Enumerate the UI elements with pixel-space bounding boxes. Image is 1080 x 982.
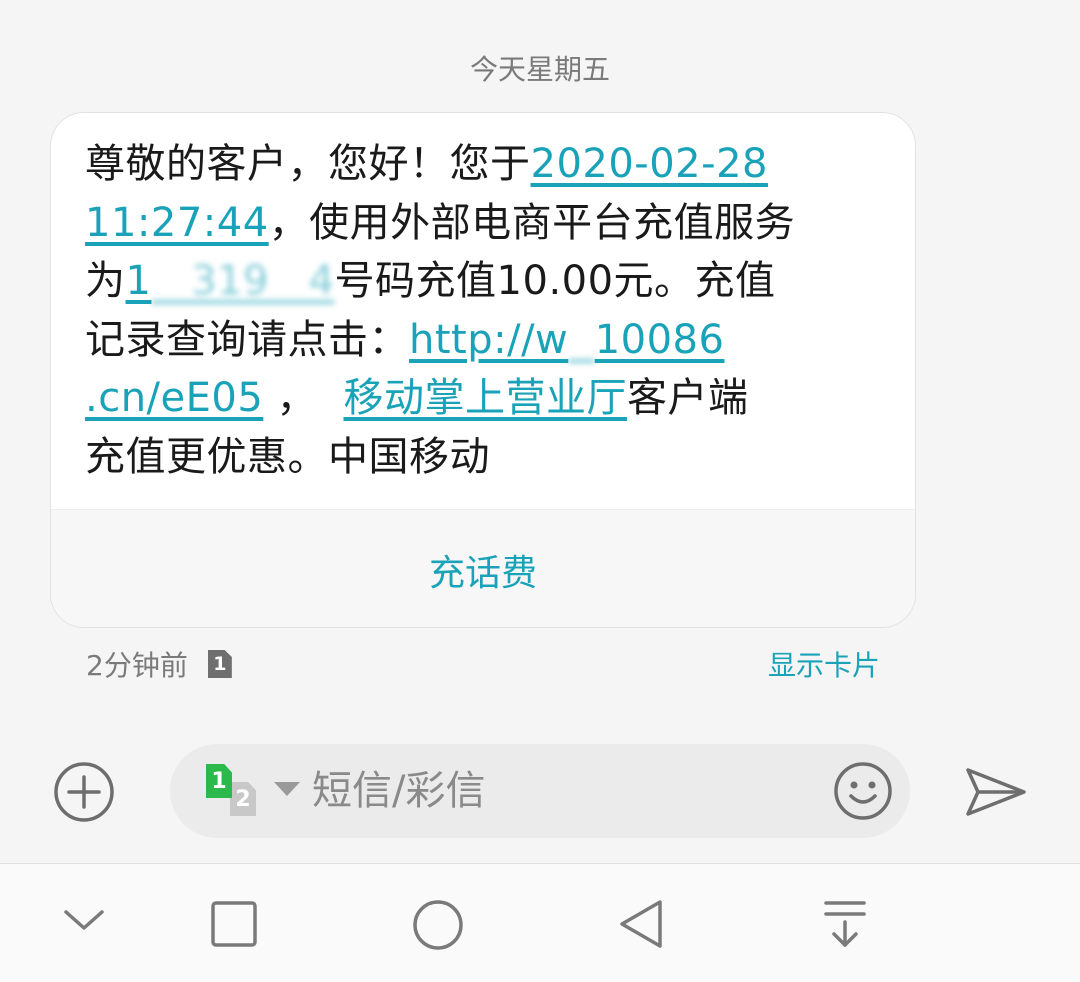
message-segment: 尊敬的客户，您好！您于: [85, 141, 531, 187]
message-segment: ，使用外部电商平台充值服务: [268, 199, 796, 246]
message-text: 尊敬的客户，您好！您于2020-02-28 11:27:44，使用外部电商平台充值…: [85, 135, 885, 486]
chevron-down-icon[interactable]: [62, 906, 106, 936]
chevron-down-icon[interactable]: [274, 782, 300, 796]
circle-icon[interactable]: [412, 899, 464, 951]
phone-number-link[interactable]: 1 319 4: [126, 258, 335, 304]
smiley-icon[interactable]: [832, 760, 894, 822]
add-circle-icon[interactable]: [53, 761, 115, 823]
time-ago: 2分钟前: [86, 649, 188, 682]
sim-card-icon: 1: [207, 650, 232, 678]
message-segment: 记录查询请点击：: [85, 316, 409, 363]
sim-selector[interactable]: 2 1: [206, 764, 266, 820]
recharge-action-label: 充话费: [428, 553, 537, 594]
message-segment: 客户端: [626, 375, 749, 421]
message-meta: 2分钟前 1: [86, 644, 232, 684]
send-icon[interactable]: [964, 764, 1028, 820]
message-segment: 充值更优惠。中国移动: [85, 433, 490, 480]
square-icon[interactable]: [210, 900, 258, 948]
message-input-bar[interactable]: 2 1 短信/彩信: [170, 744, 910, 838]
triangle-back-icon[interactable]: [618, 898, 664, 950]
sim1-icon: 1: [206, 764, 232, 798]
message-segment: 为: [85, 258, 126, 304]
date-header: 今天星期五: [469, 53, 610, 86]
message-input-placeholder[interactable]: 短信/彩信: [312, 764, 485, 818]
obscured-text: [317, 375, 343, 421]
message-segment: ，: [263, 375, 318, 421]
message-bubble[interactable]: 尊敬的客户，您好！您于2020-02-28 11:27:44，使用外部电商平台充值…: [50, 112, 916, 628]
sim2-icon: 2: [230, 782, 256, 816]
app-link[interactable]: 移动掌上营业厅: [343, 375, 627, 421]
navigation-bar: [0, 863, 1080, 982]
pull-down-icon[interactable]: [822, 898, 868, 950]
show-card-button[interactable]: 显示卡片: [768, 644, 880, 684]
recharge-action-button[interactable]: 充话费: [51, 509, 915, 627]
message-segment: 号码充值10.00元。充值: [334, 258, 776, 304]
